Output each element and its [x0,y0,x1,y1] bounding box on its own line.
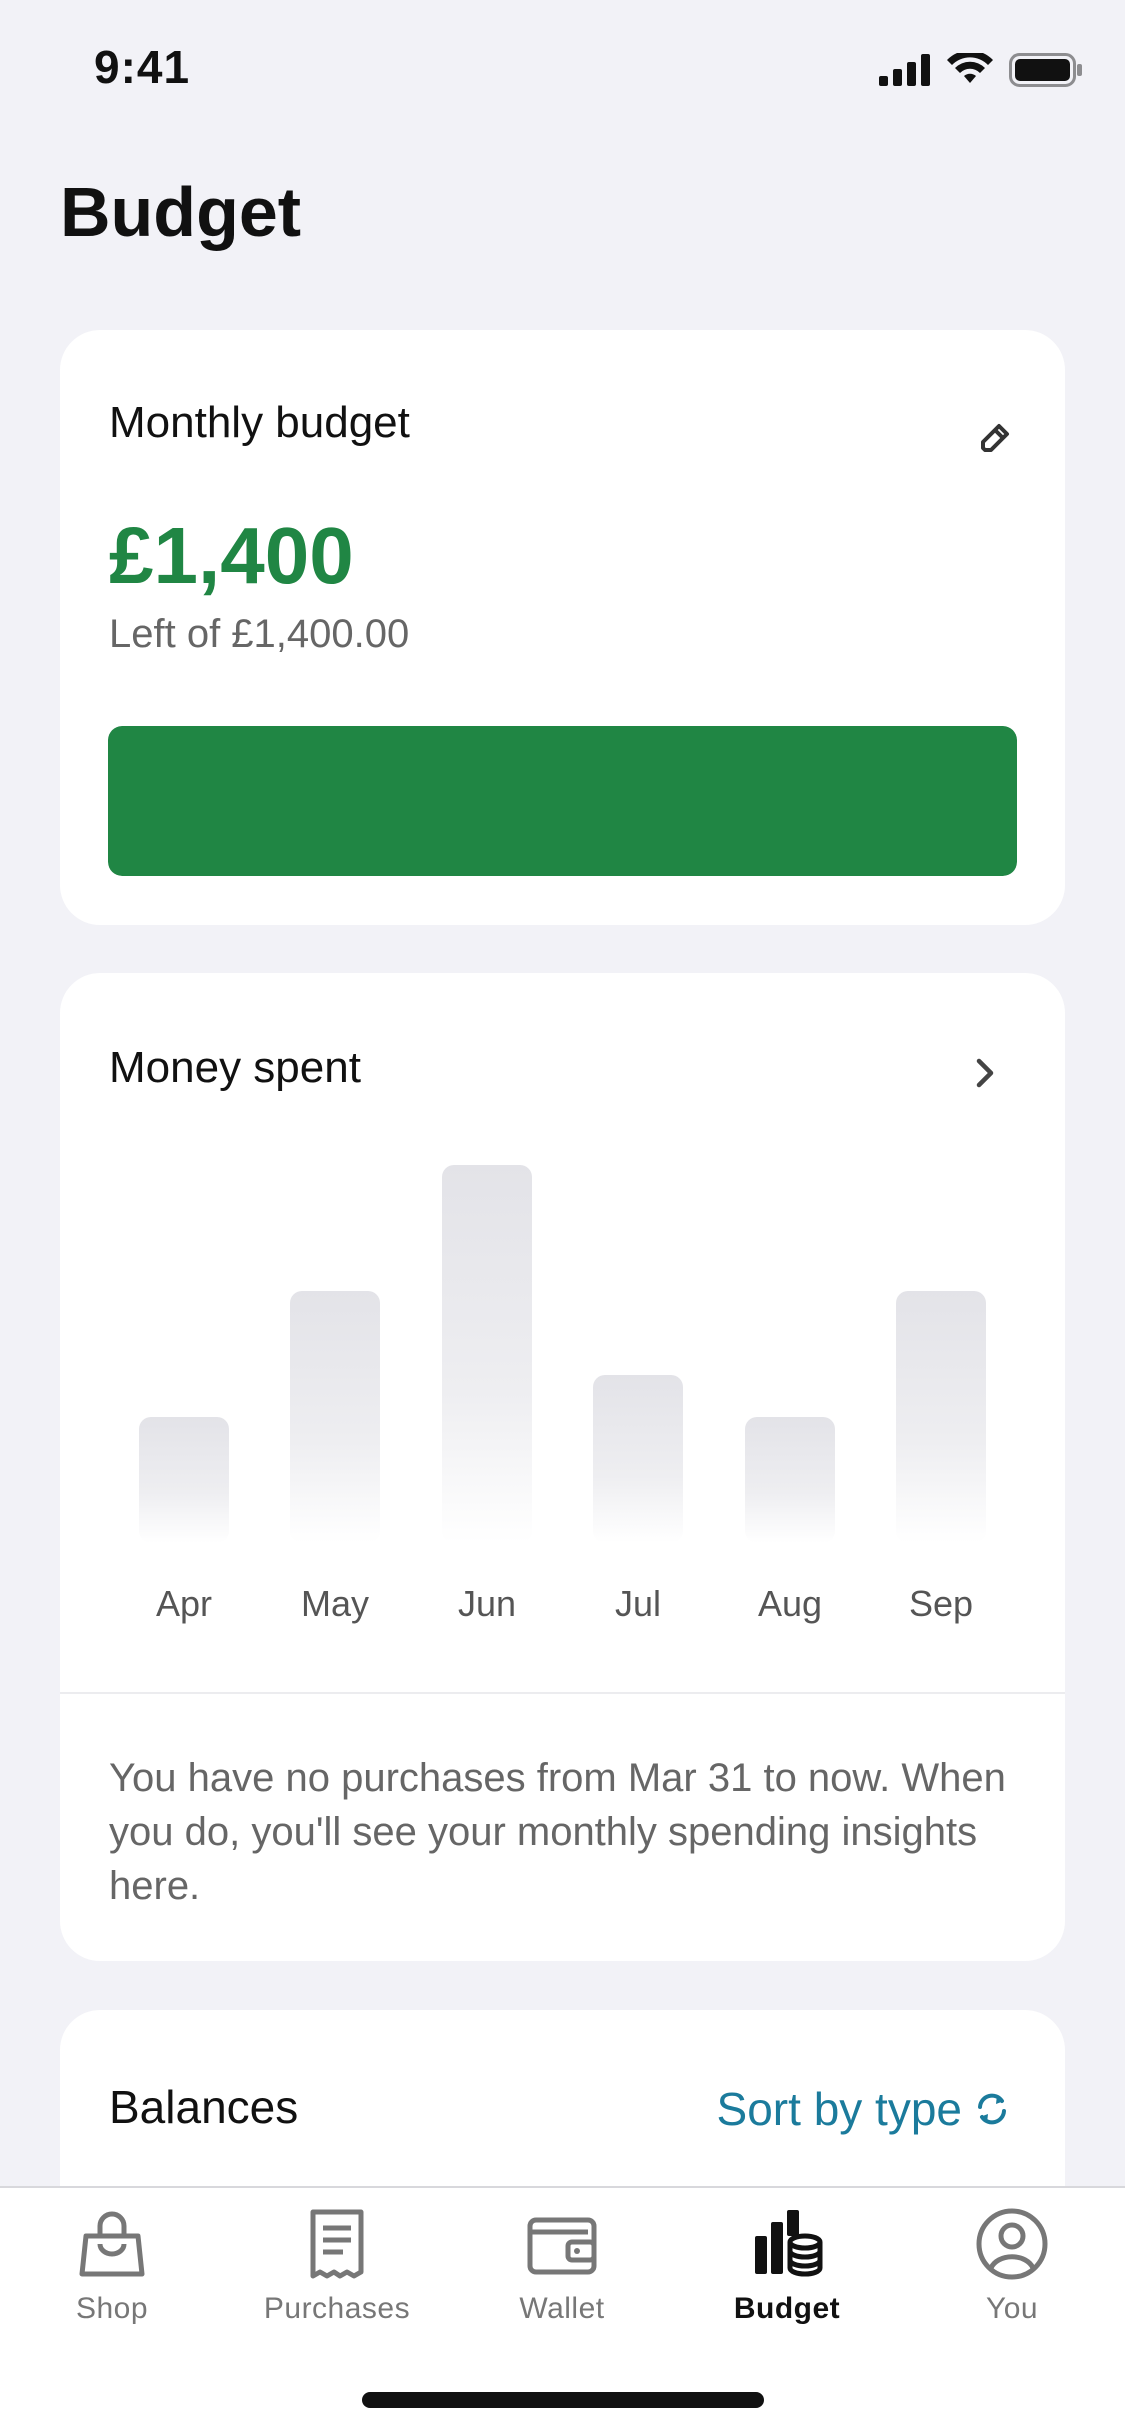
receipt-icon [310,2209,364,2279]
money-spent-card[interactable]: Money spent Apr May Jun Jul Aug Sep You have … [60,973,1065,1961]
tab-you[interactable]: You [912,2206,1112,2326]
tab-purchases[interactable]: Purchases [237,2206,437,2326]
wallet-icon [527,2217,597,2275]
sort-by-type-label: Sort by type [716,2083,962,2135]
chart-bar-apr [139,1417,229,1543]
chart-label-jul: Jul [614,1583,662,1624]
status-icons [879,50,1083,90]
sort-by-type-button[interactable]: Sort by type [717,2082,1010,2136]
pencil-icon [981,424,1009,452]
page-title: Budget [60,173,302,251]
no-purchases-message: You have no purchases from Mar 31 to now… [109,1756,1006,1908]
chart-bar-sep [896,1291,986,1543]
monthly-budget-title: Monthly budget [109,398,410,447]
tab-shop-label: Shop [75,2292,149,2325]
tab-purchases-label: Purchases [263,2292,411,2325]
chart-label-aug: Aug [757,1583,823,1624]
home-indicator [362,2392,764,2408]
budget-amount: £1,400 [109,511,354,600]
money-spent-title: Money spent [109,1043,361,1092]
tab-budget[interactable]: Budget [687,2206,887,2326]
tab-wallet-label: Wallet [519,2292,605,2325]
tab-wallet[interactable]: Wallet [462,2206,662,2326]
card-divider [60,1692,1065,1694]
chart-bar-jul [593,1375,683,1543]
chart-bar-aug [745,1417,835,1543]
chart-label-sep: Sep [908,1583,974,1624]
wifi-icon [947,53,993,83]
tab-budget-label: Budget [733,2292,841,2325]
user-profile-icon [976,2208,1048,2280]
budget-progress-fill [108,726,1017,876]
signal-icon [879,54,930,86]
edit-budget-button[interactable] [965,408,1025,468]
battery-icon [1009,53,1082,87]
budget-screen: 9:41 Budget Monthly budget £1,400 Left o… [0,0,1125,2436]
budget-remaining-text: Left of £1,400.00 [109,612,410,656]
chart-label-jun: Jun [457,1583,517,1624]
monthly-budget-card: Monthly budget £1,400 Left of £1,400.00 [60,330,1065,925]
tab-shop[interactable]: Shop [12,2206,212,2326]
tab-you-label: You [985,2292,1039,2325]
budget-chart-icon [755,2210,823,2277]
money-spent-chart: Apr May Jun Jul Aug Sep [60,1113,1065,1813]
budget-progress-bar [108,726,1017,876]
status-bar: 9:41 [0,0,1125,140]
balances-title: Balances [109,2081,299,2133]
chart-label-may: May [300,1583,369,1624]
shopping-bag-icon [79,2211,145,2277]
chart-bar-may [290,1291,380,1543]
chart-label-apr: Apr [155,1583,213,1624]
chevron-right-icon[interactable] [965,1053,1005,1093]
chart-bar-jun [442,1165,532,1543]
status-time: 9:41 [94,41,191,93]
refresh-icon [978,2093,1006,2125]
